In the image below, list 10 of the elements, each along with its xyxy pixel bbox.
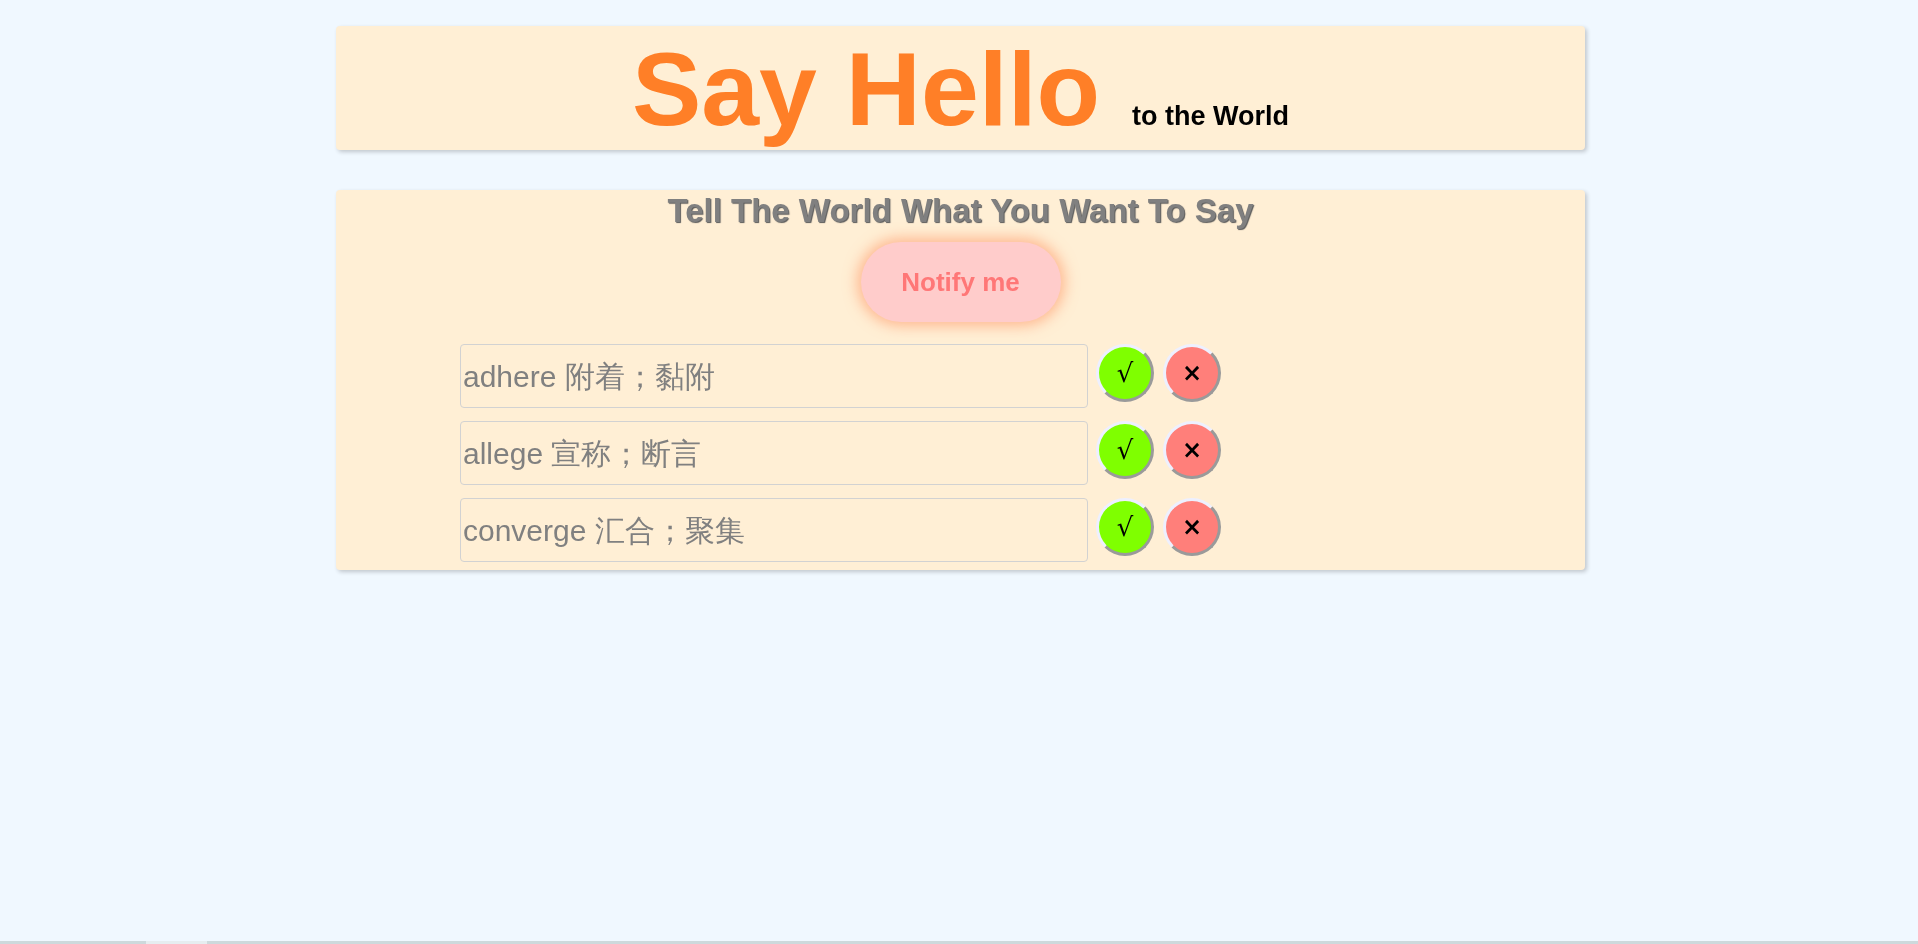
delete-button[interactable]: × [1163,498,1221,556]
confirm-button[interactable]: √ [1096,344,1154,402]
panel-title: Tell The World What You Want To Say [667,194,1254,227]
page-title: Say Hello [631,30,1101,149]
delete-button[interactable]: × [1163,344,1221,402]
delete-button[interactable]: × [1163,421,1221,479]
horizontal-scrollbar[interactable] [0,941,1918,944]
confirm-button[interactable]: √ [1096,421,1154,479]
page-subtitle: to the World [1132,101,1290,133]
confirm-button[interactable]: √ [1096,498,1154,556]
